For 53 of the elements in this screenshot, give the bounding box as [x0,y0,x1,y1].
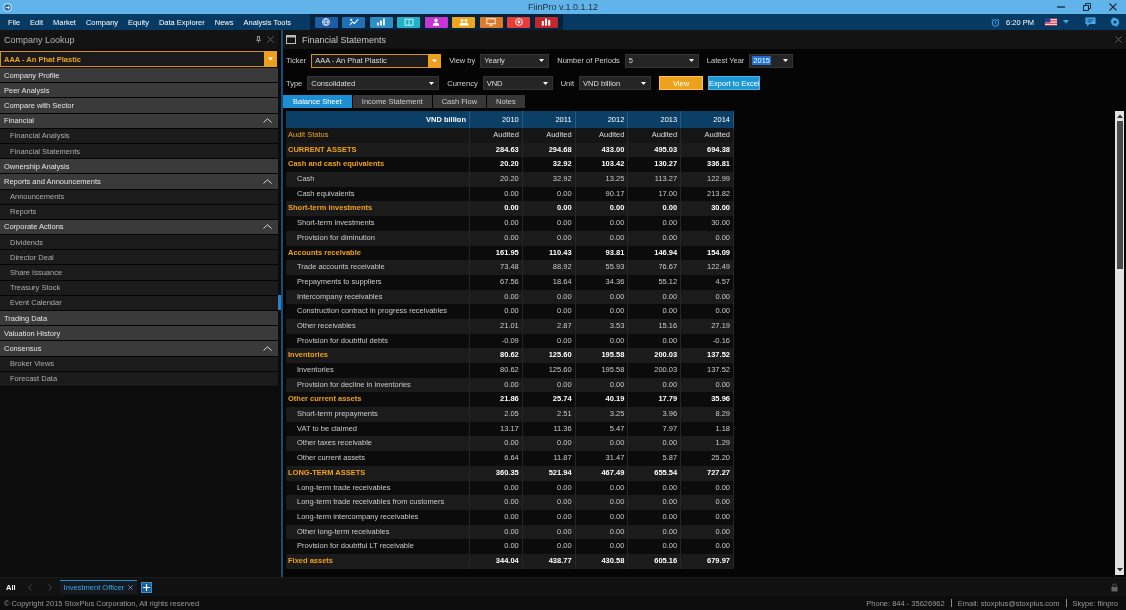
minimize-icon [1057,6,1065,8]
globe-icon [321,18,332,26]
panel-title: Company Lookup [4,34,76,45]
caret-icon [539,59,545,62]
caret-icon [783,59,789,62]
toolbar-button[interactable] [424,16,448,28]
scroll-down-icon[interactable] [1116,568,1123,572]
close-icon[interactable] [267,36,274,43]
alarm-clock-icon[interactable] [991,17,1001,27]
toolbar-button[interactable] [507,16,531,28]
caret-icon [688,59,694,62]
chevron-left-icon [27,583,32,591]
toolbar-button[interactable] [314,16,338,28]
caret-icon [641,81,647,85]
toolbar-button[interactable] [342,16,366,28]
bar-chart-icon [376,18,387,26]
book-icon [403,18,414,26]
panel-title: Financial Statements [302,34,388,45]
plus-icon [143,583,151,591]
settings-icon[interactable] [1110,17,1120,27]
scrollbar-track[interactable] [1115,111,1124,575]
people-icon [458,18,469,26]
add-tab-button[interactable] [141,581,153,593]
presentation-board-icon [486,18,497,26]
restore-icon [1083,3,1091,11]
toolbar-button[interactable] [369,16,393,28]
close-icon [1109,3,1117,11]
chevron-right-icon [47,583,52,591]
pin-icon[interactable] [256,36,261,43]
caret-icon[interactable] [1063,20,1069,24]
toolbar-button[interactable] [452,16,476,28]
toolbar-button[interactable] [397,16,421,28]
close-icon[interactable] [1115,36,1122,43]
trend-line-icon [348,18,359,26]
person-icon [431,18,442,26]
caret-icon [429,81,435,85]
app-logo-icon [3,2,12,12]
flag-icon[interactable] [1045,18,1057,26]
scrollbar-thumb[interactable] [1116,121,1123,269]
chat-icon[interactable] [1085,17,1096,27]
caret-icon [264,51,277,67]
column-chart-icon [541,18,552,26]
caret-icon [428,53,442,68]
window-icon [286,35,296,44]
caret-icon [542,81,548,85]
target-icon [513,18,524,26]
scroll-up-icon[interactable] [1116,114,1123,118]
splitter-handle[interactable] [278,295,281,310]
lock-icon[interactable] [1111,582,1118,592]
toolbar-button[interactable] [534,16,558,28]
close-icon[interactable] [128,585,134,590]
toolbar-button[interactable] [479,16,503,28]
window-title: FiinPro v.1.0.1.12 [528,2,598,12]
